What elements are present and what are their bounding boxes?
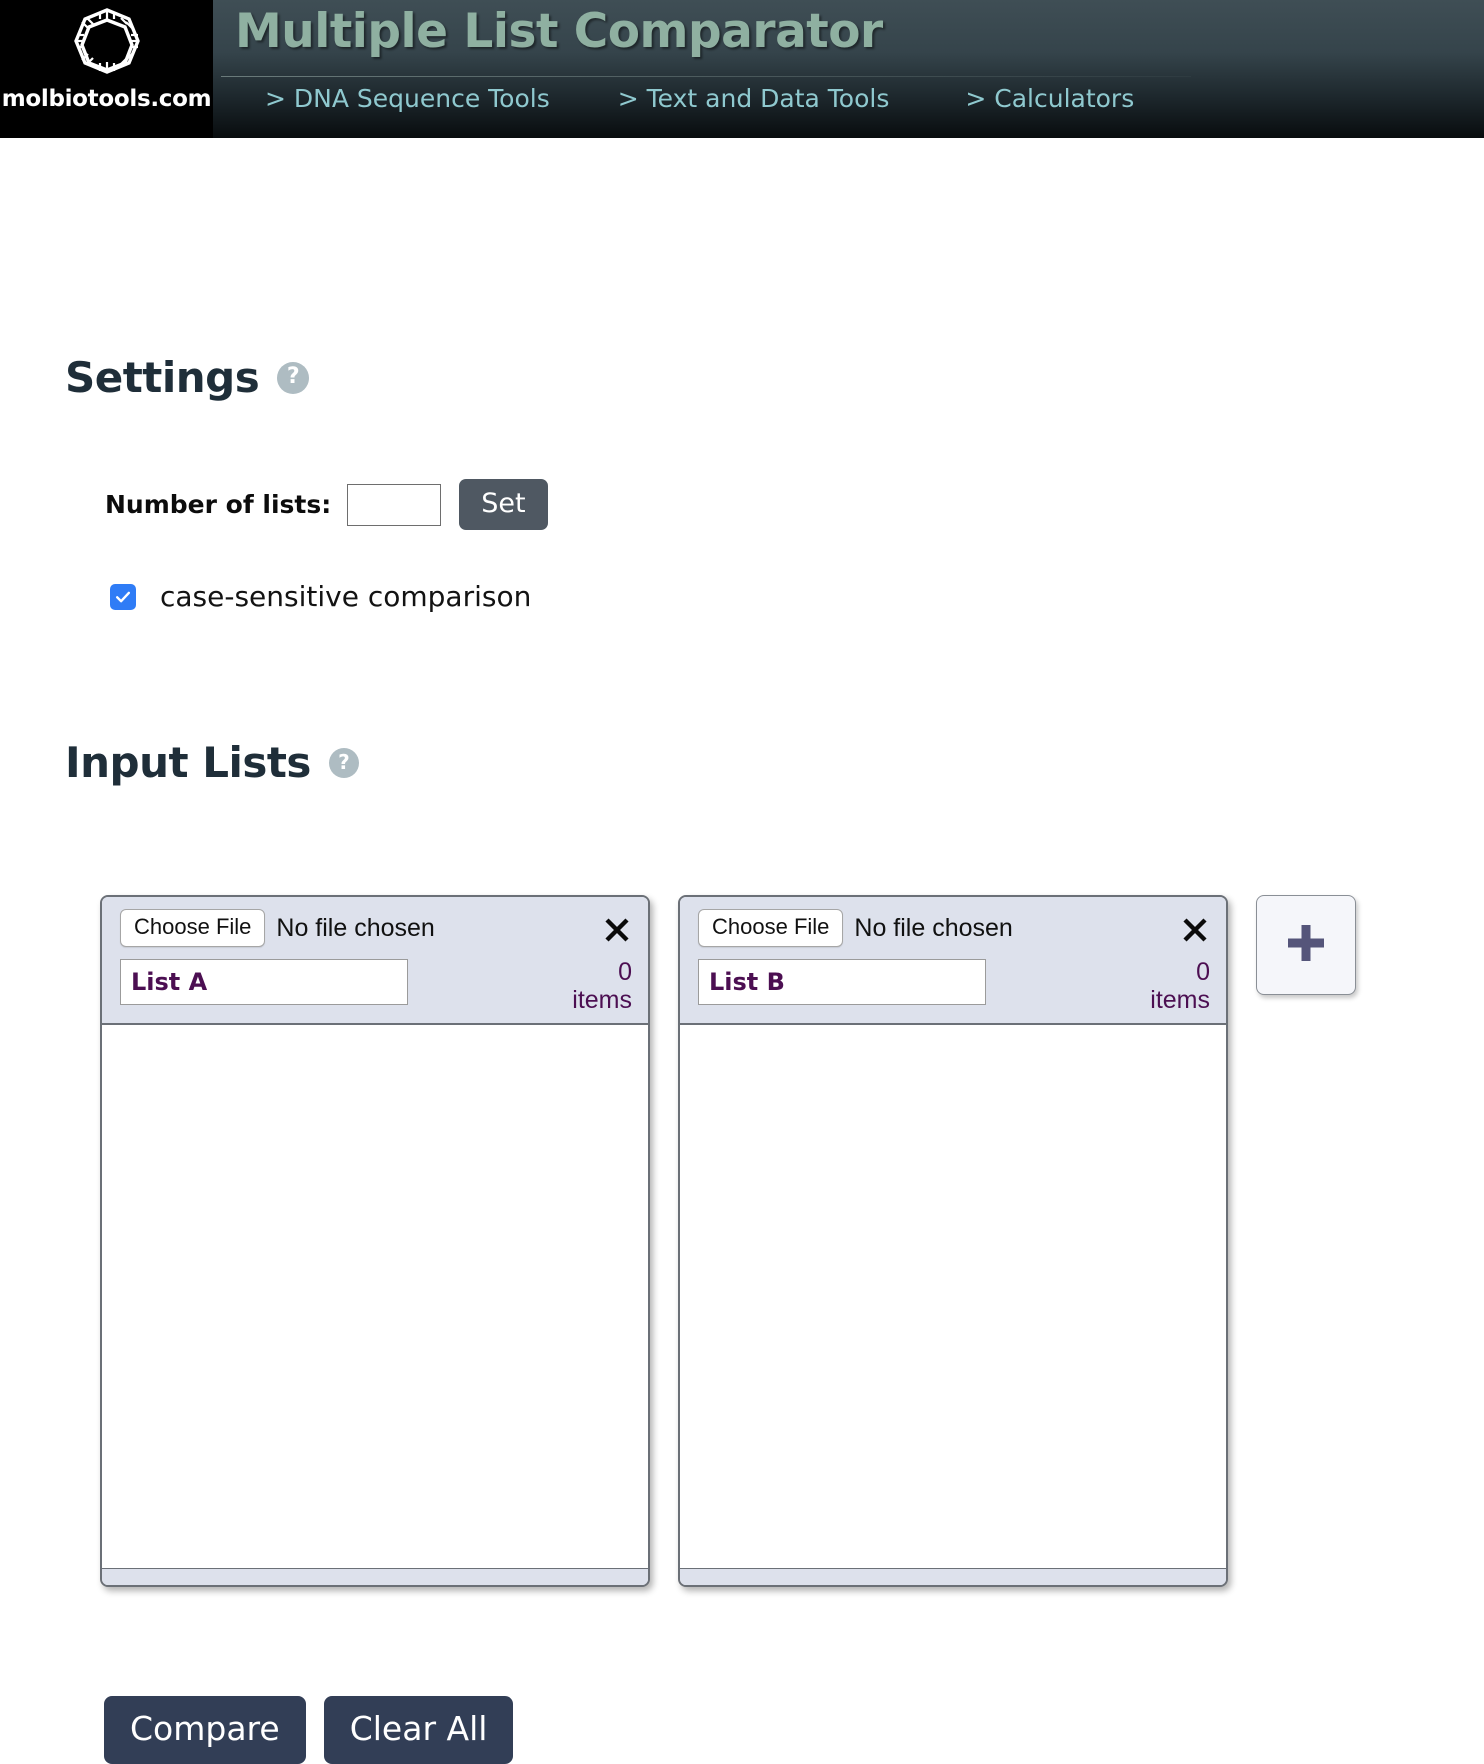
add-list-button[interactable] [1256, 895, 1356, 995]
help-icon[interactable]: ? [277, 361, 310, 394]
number-of-lists-row: Number of lists: Set [105, 479, 548, 530]
close-icon[interactable] [1180, 915, 1210, 945]
clear-all-button[interactable]: Clear All [323, 1696, 514, 1764]
brand-name: molbiotools.com [1, 86, 212, 112]
list-name-input[interactable] [120, 959, 408, 1005]
list-card-header: Choose File No file chosen 0 items [680, 897, 1226, 1023]
list-textarea[interactable] [102, 1025, 648, 1568]
header-divider [221, 76, 1191, 77]
item-count-value: 0 [618, 958, 632, 986]
help-icon[interactable]: ? [328, 747, 359, 778]
item-count-unit: items [1150, 985, 1210, 1014]
list-name-row: 0 items [698, 958, 1212, 1014]
file-chooser-row: Choose File No file chosen [698, 909, 1212, 947]
file-status-label: No file chosen [854, 913, 1013, 942]
item-count-value: 0 [1196, 958, 1210, 986]
item-count-unit: items [572, 985, 632, 1014]
file-status-label: No file chosen [276, 913, 435, 942]
site-header: molbiotools.com Multiple List Comparator… [0, 0, 1484, 138]
item-count: 0 items [1150, 958, 1212, 1014]
number-of-lists-input[interactable] [347, 483, 442, 526]
list-card-footer [680, 1569, 1226, 1585]
settings-section-header: Settings ? [65, 353, 310, 402]
list-content-area[interactable] [102, 1023, 648, 1569]
number-of-lists-label: Number of lists: [105, 490, 332, 519]
nav-dna-sequence-tools[interactable]: > DNA Sequence Tools [265, 84, 550, 113]
header-right: Multiple List Comparator > DNA Sequence … [213, 0, 1484, 138]
nav-calculators[interactable]: > Calculators [965, 84, 1134, 113]
choose-file-button[interactable]: Choose File [698, 909, 844, 947]
set-button[interactable]: Set [459, 479, 548, 530]
file-chooser-row: Choose File No file chosen [120, 909, 634, 947]
close-icon[interactable] [602, 915, 632, 945]
case-sensitive-checkbox[interactable] [110, 583, 136, 610]
action-buttons: Compare Clear All [104, 1696, 514, 1764]
compare-button[interactable]: Compare [104, 1696, 306, 1764]
case-sensitive-label: case-sensitive comparison [160, 580, 532, 613]
list-textarea[interactable] [680, 1025, 1226, 1568]
case-sensitive-row[interactable]: case-sensitive comparison [110, 580, 531, 613]
item-count: 0 items [572, 958, 634, 1014]
input-lists-section-header: Input Lists ? [65, 738, 359, 787]
main-nav: > DNA Sequence Tools > Text and Data Too… [213, 84, 1134, 113]
choose-file-button[interactable]: Choose File [120, 909, 266, 947]
list-card: Choose File No file chosen 0 items [678, 895, 1228, 1587]
list-content-area[interactable] [680, 1023, 1226, 1569]
page-title: Multiple List Comparator [235, 4, 883, 59]
nav-text-and-data-tools[interactable]: > Text and Data Tools [618, 84, 890, 113]
settings-title: Settings [65, 353, 260, 402]
list-card: Choose File No file chosen 0 items [100, 895, 650, 1587]
input-lists-title: Input Lists [65, 738, 311, 787]
list-name-row: 0 items [120, 958, 634, 1014]
plus-icon [1283, 920, 1329, 971]
list-name-input[interactable] [698, 959, 986, 1005]
list-card-header: Choose File No file chosen 0 items [102, 897, 648, 1023]
input-lists-area: Choose File No file chosen 0 items [100, 895, 1356, 1587]
brand-block[interactable]: molbiotools.com [0, 0, 213, 138]
list-card-footer [102, 1569, 648, 1585]
dna-ring-icon [55, 2, 159, 88]
